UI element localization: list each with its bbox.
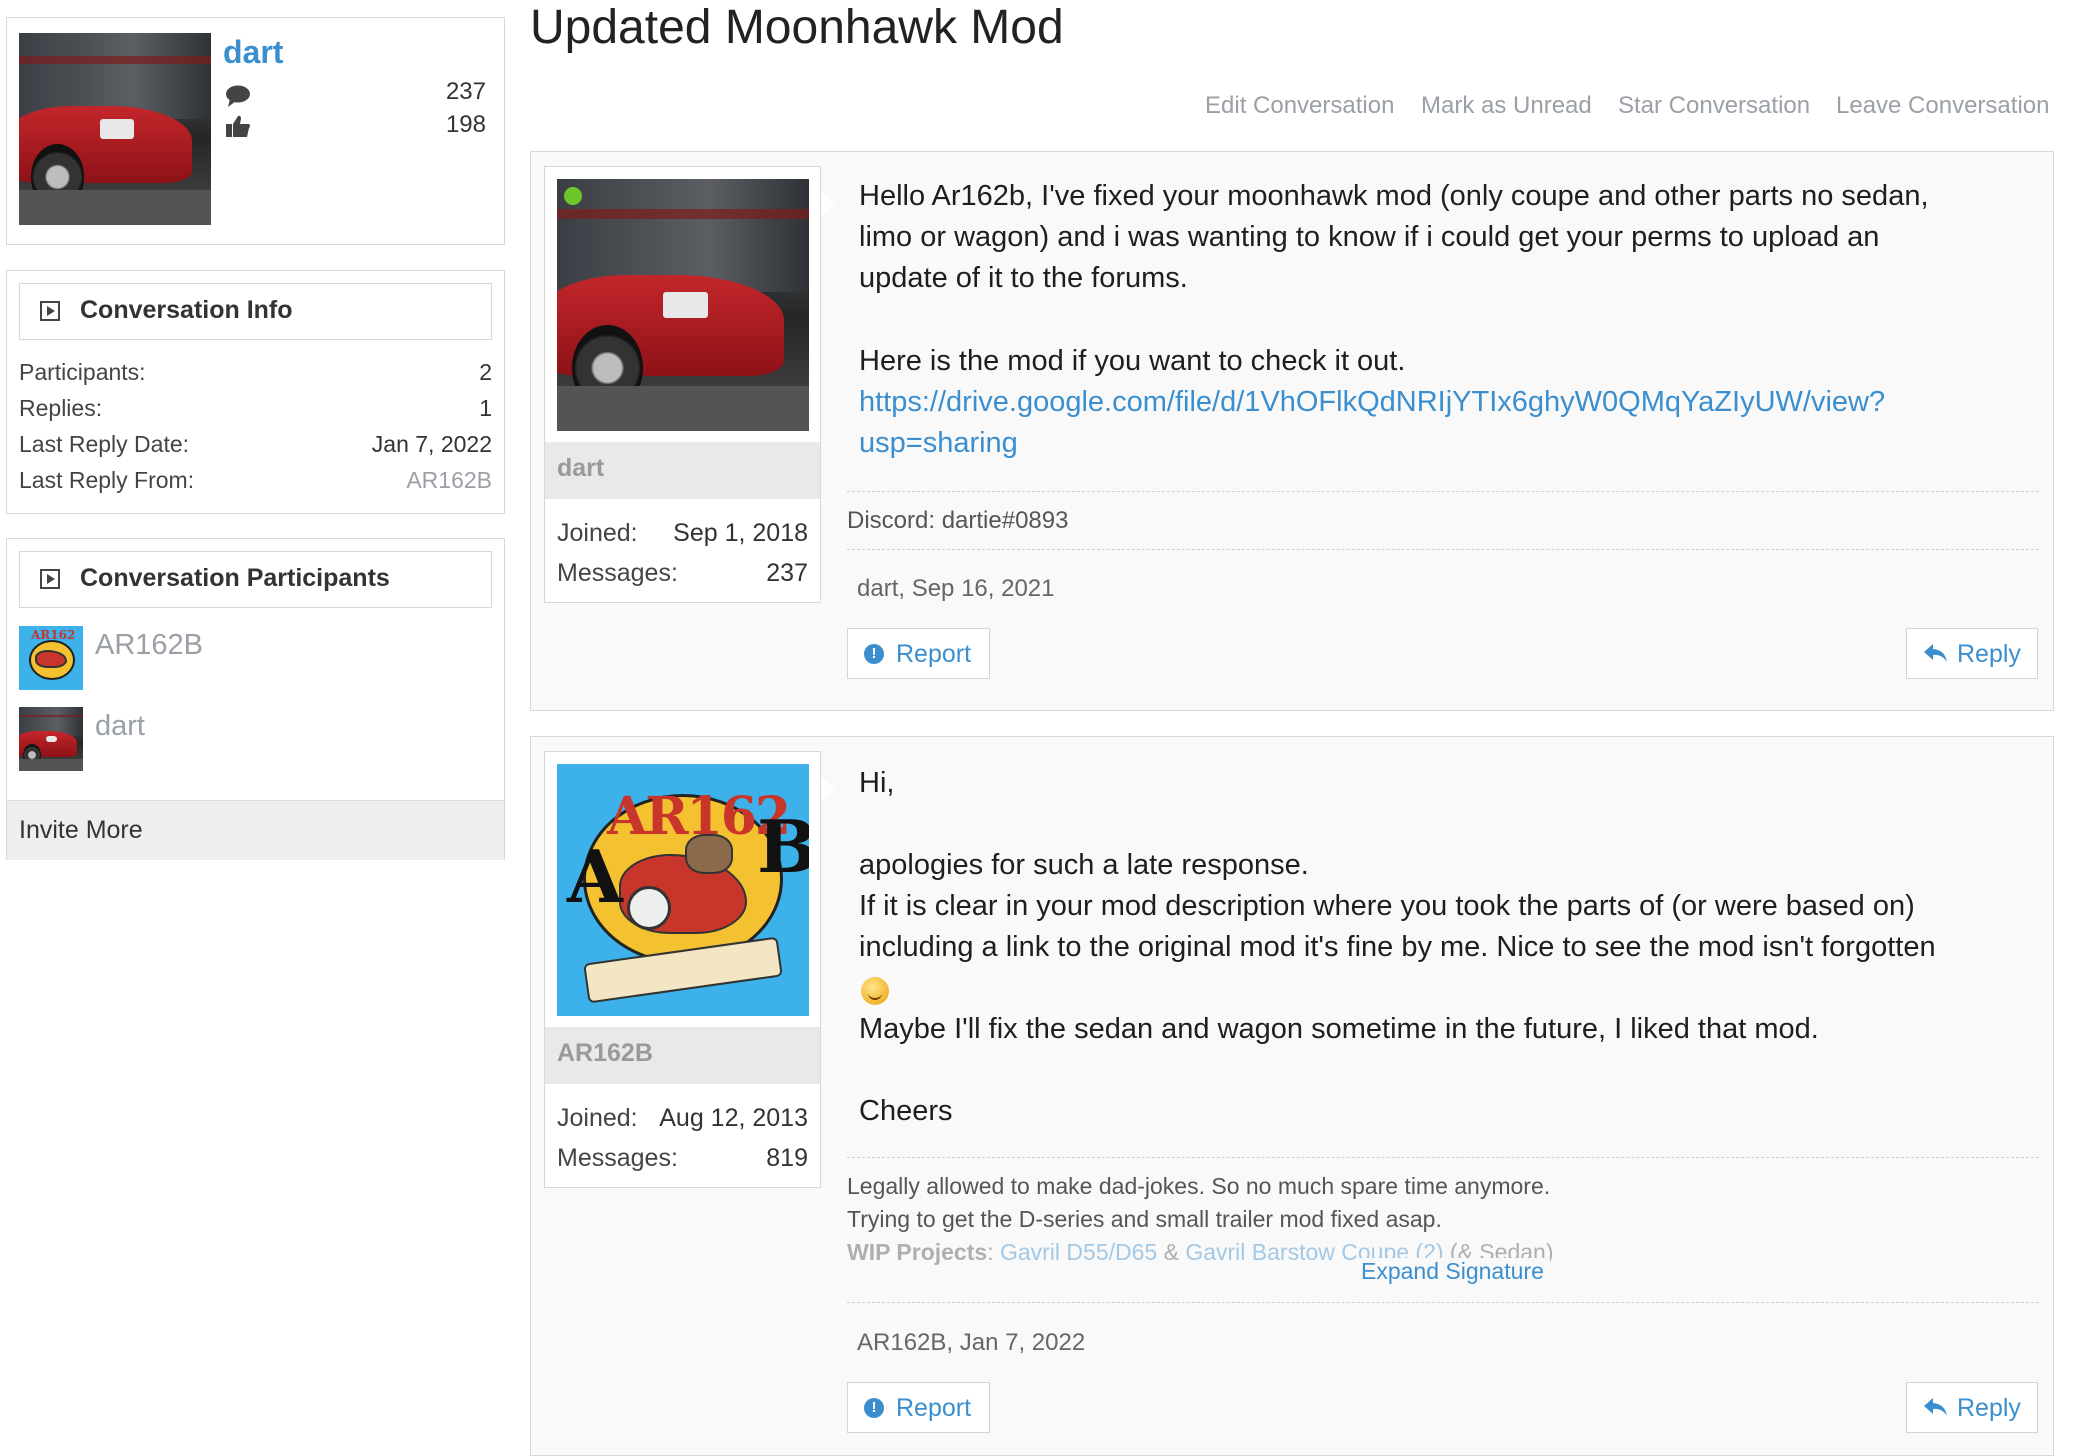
- message-user-card: dart Joined: Sep 1, 2018 Messages: 237: [544, 166, 821, 603]
- edit-conversation-link[interactable]: Edit Conversation: [1205, 92, 1394, 120]
- reply-button[interactable]: Reply: [1906, 1382, 2038, 1433]
- joined-value: Aug 12, 2013: [659, 1104, 808, 1132]
- profile-username[interactable]: dart: [223, 34, 283, 71]
- joined-label: Joined:: [557, 519, 638, 547]
- reply-arrow-icon: [1923, 1395, 1949, 1426]
- message-body-line: Here is the mod if you want to check it …: [859, 345, 1406, 377]
- message-meta: dart, Sep 16, 2021: [857, 575, 1055, 602]
- wip-amp: &: [1163, 1239, 1179, 1265]
- message-body-line: apologies for such a late response.: [859, 849, 1309, 881]
- messages-value: 819: [766, 1144, 808, 1172]
- meta-divider: [847, 549, 2039, 550]
- conversation-info-heading: Conversation Info: [80, 296, 293, 324]
- joined-value: Sep 1, 2018: [673, 519, 808, 547]
- participant-name-ar162b[interactable]: AR162B: [95, 629, 203, 662]
- wip-label: WIP Projects: [847, 1239, 988, 1265]
- participants-heading: Conversation Participants: [80, 564, 390, 592]
- reply-arrow-icon: [1923, 641, 1949, 672]
- speech-bubble-icon: [225, 84, 251, 113]
- smile-emoji-icon: [861, 977, 889, 1005]
- mod-download-link[interactable]: https://drive.google.com/file/d/1VhOFlkQ…: [859, 382, 1885, 423]
- replies-value: 1: [479, 395, 492, 421]
- message-body-line: update of it to the forums.: [859, 262, 1188, 294]
- mark-as-unread-link[interactable]: Mark as Unread: [1421, 92, 1592, 120]
- message-avatar-dart[interactable]: [557, 179, 809, 431]
- message-meta: AR162B, Jan 7, 2022: [857, 1329, 1086, 1356]
- play-square-icon: [40, 301, 60, 321]
- report-label: Report: [896, 1394, 972, 1422]
- profile-likes-count: 198: [445, 111, 486, 138]
- user-avatar[interactable]: [19, 33, 211, 225]
- participants-value: 2: [479, 359, 492, 385]
- author-name-text[interactable]: dart: [557, 454, 604, 482]
- mod-download-link-continued[interactable]: usp=sharing: [859, 423, 1018, 464]
- report-button[interactable]: ! Report: [847, 1382, 990, 1433]
- signature-divider: [847, 491, 2039, 492]
- star-conversation-link[interactable]: Star Conversation: [1618, 92, 1810, 120]
- last-reply-from-value[interactable]: AR162B: [406, 467, 492, 494]
- participant-avatar-dart[interactable]: [19, 707, 83, 771]
- signature-divider: [847, 1157, 2039, 1158]
- conversation-info-box: Conversation Info Participants: 2 Replie…: [6, 270, 505, 514]
- message-body-line: including a link to the original mod it'…: [859, 931, 1936, 963]
- joined-label: Joined:: [557, 1104, 638, 1132]
- report-label: Report: [896, 640, 972, 668]
- message-body-line: Hello Ar162b, I've fixed your moonhawk m…: [859, 180, 1929, 212]
- online-status-indicator: [564, 187, 582, 205]
- message-body-line: Hi,: [859, 767, 895, 799]
- messages-label: Messages:: [557, 1144, 678, 1172]
- info-circle-icon: !: [864, 644, 884, 664]
- message-author-name[interactable]: AR162B: [545, 1027, 820, 1084]
- last-reply-from-label: Last Reply From:: [19, 467, 195, 493]
- participants-header: Conversation Participants: [19, 551, 492, 608]
- message-avatar-ar162b[interactable]: AR162 A B: [557, 764, 809, 1016]
- page-title: Updated Moonhawk Mod: [530, 1, 1064, 54]
- wip-link-d55[interactable]: Gavril D55/D65: [1000, 1239, 1157, 1265]
- last-reply-date-label: Last Reply Date:: [19, 431, 190, 457]
- replies-label: Replies:: [19, 395, 103, 421]
- conversation-info-header: Conversation Info: [19, 283, 492, 340]
- message-body-line: Maybe I'll fix the sedan and wagon somet…: [859, 1013, 1819, 1045]
- invite-more-bar[interactable]: Invite More: [7, 800, 504, 860]
- messages-value: 237: [766, 559, 808, 587]
- message-user-card: AR162 A B AR162B Joined: Aug 12, 2013 Me…: [544, 751, 821, 1188]
- messages-label: Messages:: [557, 559, 678, 587]
- message-body-line: limo or wagon) and i was wanting to know…: [859, 221, 1880, 253]
- participants-box: Conversation Participants AR162 AR162B d…: [6, 538, 505, 860]
- message-2: AR162 A B AR162B Joined: Aug 12, 2013 Me…: [530, 736, 2054, 1456]
- message-author-name[interactable]: dart: [545, 442, 820, 499]
- play-square-icon: [40, 569, 60, 589]
- message-pointer: [821, 777, 835, 801]
- invite-more-link[interactable]: Invite More: [19, 816, 143, 845]
- expand-signature-link[interactable]: Expand Signature: [1355, 1258, 1550, 1285]
- report-button[interactable]: ! Report: [847, 628, 990, 679]
- leave-conversation-link[interactable]: Leave Conversation: [1836, 92, 2049, 120]
- meta-divider: [847, 1302, 2039, 1303]
- signature-line: Trying to get the D-series and small tra…: [847, 1206, 1442, 1232]
- profile-messages-count: 237: [445, 78, 486, 105]
- participants-label: Participants:: [19, 359, 146, 385]
- thumbs-up-icon: [225, 114, 251, 143]
- reply-label: Reply: [1957, 1394, 2021, 1422]
- signature-line: Legally allowed to make dad-jokes. So no…: [847, 1173, 1551, 1199]
- last-reply-date-value: Jan 7, 2022: [371, 431, 492, 457]
- message-signature: Discord: dartie#0893: [847, 507, 1069, 534]
- author-name-text[interactable]: AR162B: [557, 1039, 653, 1067]
- message-body-line: Cheers: [859, 1095, 953, 1127]
- participant-avatar-ar162b[interactable]: AR162: [19, 626, 83, 690]
- message-1: dart Joined: Sep 1, 2018 Messages: 237 H…: [530, 151, 2054, 711]
- info-circle-icon: !: [864, 1398, 884, 1418]
- participant-name-dart[interactable]: dart: [95, 710, 145, 743]
- profile-box: dart 237 198: [6, 17, 505, 245]
- reply-button[interactable]: Reply: [1906, 628, 2038, 679]
- message-body-line: If it is clear in your mod description w…: [859, 890, 1915, 922]
- reply-label: Reply: [1957, 640, 2021, 668]
- message-pointer: [821, 192, 835, 216]
